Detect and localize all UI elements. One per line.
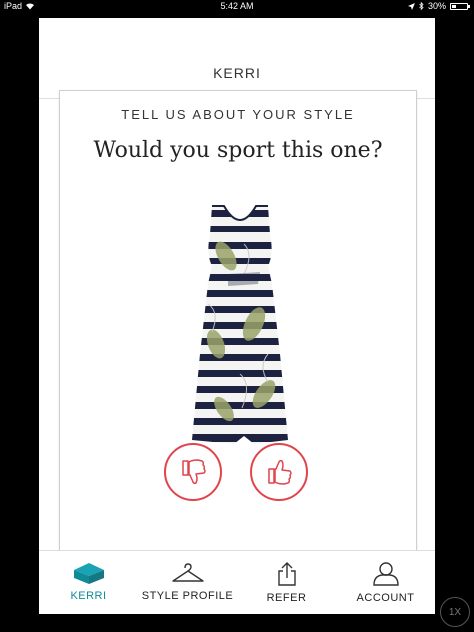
share-icon — [277, 562, 296, 586]
battery-icon — [450, 2, 470, 10]
thumbs-up-button[interactable] — [250, 443, 308, 501]
person-icon — [372, 562, 399, 586]
style-card: TELL US ABOUT YOUR STYLE Would you sport… — [59, 90, 417, 554]
thumbs-down-icon — [182, 459, 206, 485]
tab-kerri[interactable]: KERRI — [39, 551, 138, 614]
status-bar-right: 30% — [407, 1, 470, 11]
tab-label-account: ACCOUNT — [356, 592, 415, 604]
tab-label-style-profile: STYLE PROFILE — [141, 590, 234, 602]
header-title: KERRI — [213, 65, 261, 81]
style-kicker: TELL US ABOUT YOUR STYLE — [121, 107, 355, 122]
tab-style-profile[interactable]: STYLE PROFILE — [138, 551, 237, 614]
thumbs-up-icon — [268, 459, 292, 485]
battery-level — [452, 4, 457, 8]
box-icon — [73, 563, 104, 584]
status-time: 5:42 AM — [220, 1, 254, 11]
bluetooth-icon — [419, 2, 424, 10]
app-window: KERRI TELL US ABOUT YOUR STYLE Would you… — [39, 18, 435, 614]
tab-label-kerri: KERRI — [70, 590, 107, 602]
tab-account[interactable]: ACCOUNT — [336, 551, 435, 614]
battery-percent: 30% — [427, 1, 446, 11]
style-question: Would you sport this one? — [93, 138, 383, 163]
tab-refer[interactable]: REFER — [237, 551, 336, 614]
thumbs-down-button[interactable] — [164, 443, 222, 501]
location-icon — [407, 2, 415, 10]
status-bar: iPad 5:42 AM 30% — [0, 0, 474, 14]
tab-label-refer: REFER — [266, 592, 307, 604]
hanger-icon — [171, 563, 204, 582]
dress-image — [192, 205, 288, 444]
bottom-tab-bar: KERRI STYLE PROFILE REFER ACCOUNT — [39, 550, 435, 614]
app-header: KERRI — [39, 18, 435, 99]
speed-toggle-button[interactable]: 1X — [440, 597, 470, 627]
